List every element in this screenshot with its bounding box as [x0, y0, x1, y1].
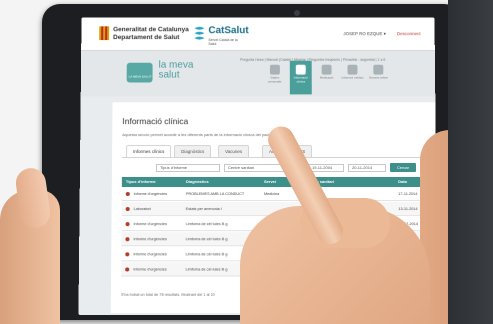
search-button[interactable]: Cercar: [389, 163, 417, 172]
cell-diagnosis: Estats per ammonia I: [185, 207, 222, 212]
logout-link[interactable]: Desconnect: [397, 31, 421, 36]
cell-type: Informe d'urgències: [133, 267, 167, 272]
logo-caption: LA MEVA SALUT: [128, 74, 152, 79]
monitor-icon: [373, 64, 384, 75]
column-header[interactable]: Diagnòstics: [186, 179, 209, 184]
tab-clinical-reports[interactable]: Informes clínics: [126, 145, 172, 158]
tab-vaccines[interactable]: Vacunes: [218, 145, 250, 158]
cell-diagnosis: Limfoma de cèl·lules B g: [185, 222, 228, 227]
report-icon: [125, 252, 130, 257]
document-icon: [347, 64, 358, 75]
clipboard-icon: [295, 64, 306, 75]
page-title: Informació clínica: [122, 116, 189, 127]
tablet-camera: [294, 10, 300, 16]
column-header[interactable]: Servei: [264, 179, 276, 184]
cell-type: Informe d'urgències: [133, 237, 167, 242]
nav-online-services[interactable]: Serveis online: [367, 64, 389, 95]
date-from-field[interactable]: 19-11-2004: [307, 164, 345, 172]
cell-diagnosis: Limfoma de cèl·lules B g: [185, 237, 228, 242]
cell-service: Medicina: [264, 192, 280, 197]
cell-diagnosis: Limfoma de cèl·lules B g: [185, 252, 228, 257]
tab-diagnoses[interactable]: Diagnòstics: [174, 145, 212, 158]
gencat-name: Generalitat de Catalunya: [113, 26, 189, 34]
cell-type: Informe d'urgències: [133, 222, 167, 227]
cell-type: Informe d'urgències: [133, 192, 168, 197]
tab-divider: [122, 157, 426, 159]
report-icon: [125, 237, 130, 242]
cell-date: 17-11-2014: [398, 192, 418, 197]
department-name: Departament de Salut: [113, 34, 180, 42]
column-header[interactable]: Tipus d'informe: [126, 179, 156, 184]
cell-diagnosis: PROBLEMES AMB LA CONDUCT: [185, 192, 245, 197]
nav-label: Dades personals: [268, 75, 282, 84]
pill-icon: [321, 64, 332, 75]
person-icon: [269, 64, 280, 75]
date-to-field[interactable]: 20-11-2014: [347, 164, 387, 172]
photo-scene: Generalitat de Catalunya Departament de …: [0, 0, 493, 324]
user-menu[interactable]: JOSEP RO EZQUE ▾: [343, 31, 386, 37]
nav-personal-data[interactable]: Dades personals: [264, 64, 286, 95]
report-icon: [125, 222, 130, 227]
nav-label: Serveis online: [368, 75, 388, 80]
results-table-header: Tipus d'informe Diagnòstics Servei Centr…: [121, 176, 427, 187]
report-icon: [125, 267, 130, 272]
cell-type: Laboratori: [133, 207, 151, 212]
nav-medication[interactable]: Medicació: [316, 64, 338, 95]
table-row[interactable]: Informe d'urgències PROBLEMES AMB LA CON…: [121, 186, 427, 202]
cell-type: Informe d'urgències: [133, 252, 167, 257]
page-description: Aquesta secció permet accedir a les dife…: [122, 132, 277, 138]
app-title-line2: salut: [158, 69, 180, 81]
cell-diagnosis: Limfoma de cèl·lules B g: [185, 267, 228, 272]
nav-reports[interactable]: Informes mèdics: [341, 64, 364, 95]
site-header: Generalitat de Catalunya Departament de …: [81, 17, 435, 51]
nav-label: Medicació: [319, 75, 334, 80]
app-title: la meva salut: [158, 60, 193, 81]
nav-label: Informes mèdics: [341, 75, 364, 80]
dark-sleeve: [448, 0, 493, 324]
report-icon: [125, 192, 130, 197]
catsalut-subtitle: Servei Català de la Salut: [208, 38, 238, 46]
report-type-select[interactable]: Tipus d'informe: [155, 164, 221, 172]
nav-clinical-info[interactable]: Informació clínica: [289, 60, 312, 95]
column-header[interactable]: Data: [398, 179, 407, 184]
app-banner: LA MEVA SALUT la meva salut Pregunta l'à…: [80, 50, 436, 97]
report-icon: [125, 207, 130, 212]
top-links[interactable]: Pregunta l'àrea | Manual (Català) | Most…: [240, 58, 385, 62]
catsalut-name: CatSalut: [208, 25, 249, 37]
cell-date: 13-11-2014: [398, 207, 418, 212]
nav-label: Informació clínica: [293, 75, 308, 84]
catsalut-logo-icon: [194, 26, 205, 40]
gencat-logo-icon: [99, 26, 110, 41]
results-summary: S'ha trobat un total de 78 resultats. Mo…: [120, 292, 215, 297]
la-meva-salut-logo-icon: [126, 62, 153, 83]
